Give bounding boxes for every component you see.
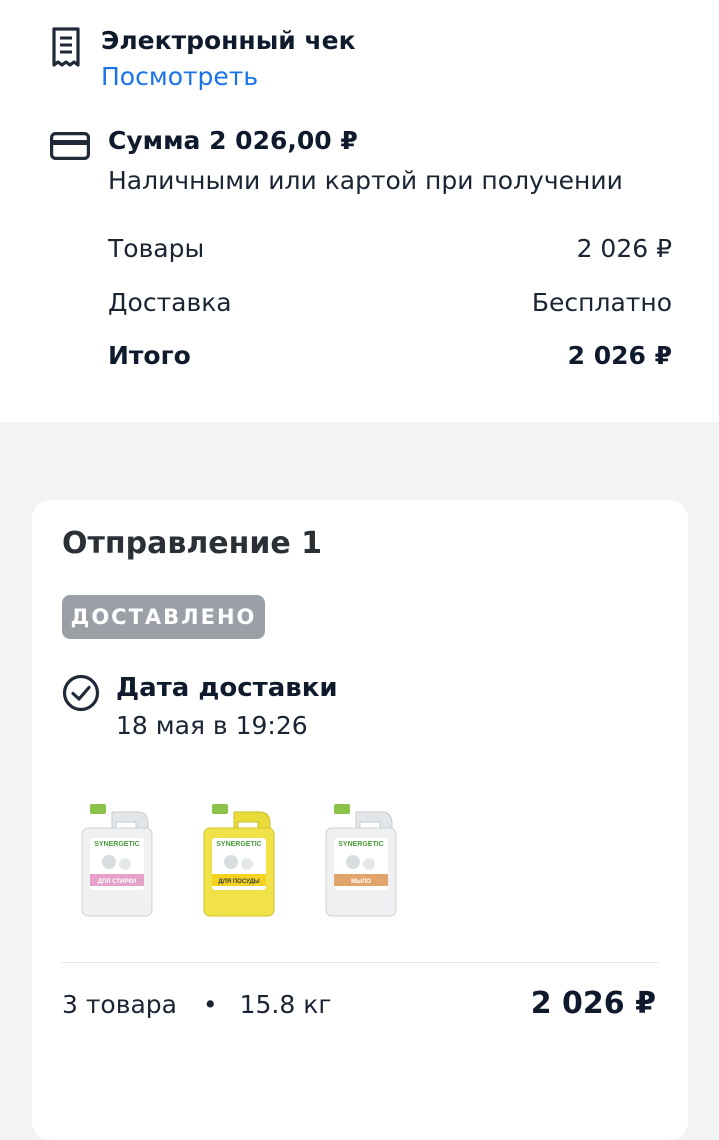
receipt-icon bbox=[52, 27, 80, 67]
summary-separator: • bbox=[202, 990, 218, 1019]
delivery-date-value: 18 мая в 19:26 bbox=[116, 711, 308, 740]
svg-text:SYNERGETIC: SYNERGETIC bbox=[94, 841, 140, 848]
items-count: 3 товара bbox=[62, 990, 177, 1019]
delivery-date-title: Дата доставки bbox=[116, 673, 338, 703]
status-badge: ДОСТАВЛЕНО bbox=[62, 595, 265, 639]
svg-text:SYNERGETIC: SYNERGETIC bbox=[216, 841, 262, 848]
check-circle-icon bbox=[62, 674, 100, 712]
shipment-total-price: 2 026 ₽ bbox=[530, 986, 656, 1021]
total-label: Итого bbox=[108, 341, 191, 370]
shipment-summary: 3 товара • 15.8 кг bbox=[62, 990, 331, 1019]
product-thumbnail-dishes[interactable]: SYNERGETIC ДЛЯ ПОСУДЫ bbox=[198, 804, 280, 918]
product-thumbnail-laundry[interactable]: SYNERGETIC ДЛЯ СТИРКИ bbox=[76, 804, 158, 918]
total-weight: 15.8 кг bbox=[239, 990, 332, 1019]
svg-text:МЫЛО: МЫЛО bbox=[351, 879, 371, 885]
delivery-cost-value: Бесплатно bbox=[531, 288, 672, 317]
svg-text:ДЛЯ ПОСУДЫ: ДЛЯ ПОСУДЫ bbox=[218, 879, 259, 885]
shipment-title: Отправление 1 bbox=[62, 526, 323, 561]
svg-text:SYNERGETIC: SYNERGETIC bbox=[338, 841, 384, 848]
payment-sum-title: Сумма 2 026,00 ₽ bbox=[108, 126, 358, 155]
view-receipt-link[interactable]: Посмотреть bbox=[101, 62, 258, 91]
payment-method-text: Наличными или картой при получении bbox=[108, 166, 623, 195]
credit-card-icon bbox=[50, 132, 90, 160]
product-thumbnail-soap[interactable]: SYNERGETIC МЫЛО bbox=[320, 804, 402, 918]
goods-value: 2 026 ₽ bbox=[576, 234, 672, 263]
total-value: 2 026 ₽ bbox=[567, 341, 672, 370]
delivery-cost-label: Доставка bbox=[108, 288, 232, 317]
receipt-title: Электронный чек bbox=[101, 26, 356, 55]
divider bbox=[62, 962, 658, 963]
goods-label: Товары bbox=[108, 234, 205, 263]
svg-text:ДЛЯ СТИРКИ: ДЛЯ СТИРКИ bbox=[98, 879, 137, 885]
